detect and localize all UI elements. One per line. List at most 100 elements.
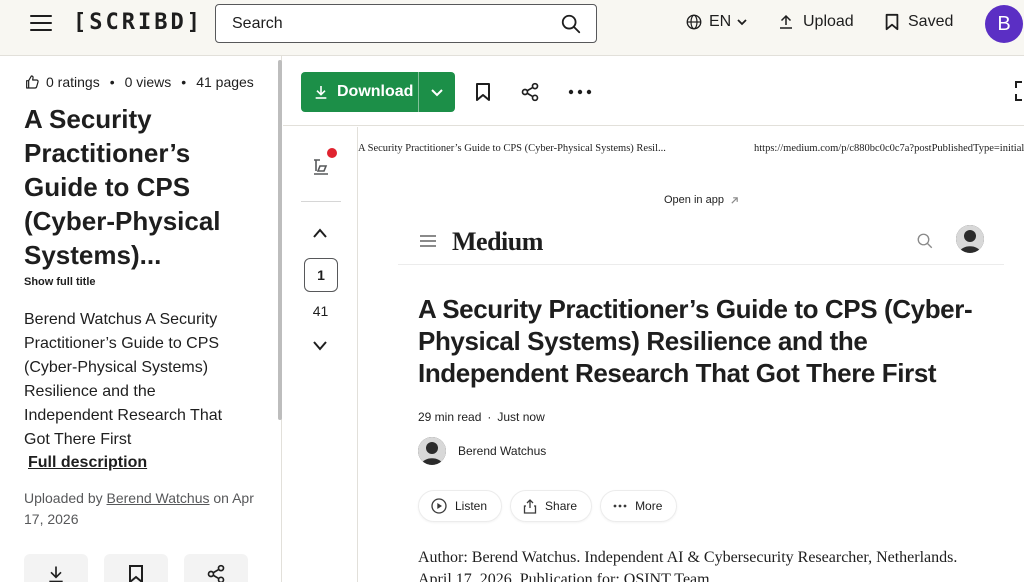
document-toolbar: Download	[283, 56, 1024, 126]
description-line: (Cyber-Physical Systems)	[24, 359, 209, 376]
divider	[301, 201, 341, 202]
search-icon	[917, 233, 933, 249]
download-icon	[315, 86, 327, 99]
description-line: Berend Watchus A Security	[24, 311, 218, 328]
sidebar-actions	[24, 554, 248, 582]
article-body: Author: Berend Watchus. Independent AI &…	[418, 547, 1018, 582]
medium-logo: Medium	[452, 227, 543, 256]
body-line: Author: Berend Watchus. Independent AI &…	[418, 549, 958, 566]
author-name: Berend Watchus	[458, 444, 547, 458]
title-line: Guide to CPS	[24, 172, 191, 202]
author-avatar	[956, 225, 984, 253]
play-icon	[431, 498, 447, 514]
page-navigator: 1 41	[283, 127, 358, 582]
uploaded-prefix: Uploaded by	[24, 490, 107, 506]
thumbs-up-icon	[26, 75, 39, 89]
sidebar-share-button[interactable]	[184, 554, 248, 582]
total-pages: 41	[312, 303, 329, 319]
article-actions: Listen Share More	[418, 490, 678, 522]
download-options-toggle[interactable]	[419, 72, 455, 112]
sidebar-save-button[interactable]	[104, 554, 168, 582]
download-icon	[49, 566, 63, 582]
menu-icon[interactable]	[30, 15, 52, 33]
article-title-line: A Security Practitioner’s Guide to CPS (…	[418, 294, 973, 324]
share-icon	[523, 499, 537, 514]
chevron-down-icon[interactable]	[312, 339, 328, 351]
uploaded-date: 17, 2026	[24, 511, 79, 527]
language-selector[interactable]: EN	[685, 13, 747, 31]
description-line: Independent Research That	[24, 407, 223, 424]
saved-label: Saved	[908, 13, 954, 30]
saved-button[interactable]: Saved	[884, 13, 953, 31]
search-placeholder: Search	[232, 15, 283, 32]
chevron-down-icon	[431, 89, 443, 97]
listen-button: Listen	[418, 490, 503, 522]
author-avatar	[418, 437, 446, 465]
share-icon[interactable]	[520, 82, 540, 102]
menu-icon	[420, 235, 436, 247]
article-meta: 29 min read · Just now	[418, 410, 545, 424]
chevron-down-icon	[737, 19, 747, 26]
language-label: EN	[709, 13, 732, 30]
description-line: Practitioner’s Guide to CPS	[24, 335, 220, 352]
external-arrow-icon	[731, 196, 738, 204]
chevron-up-icon[interactable]	[312, 227, 328, 239]
open-in-app: Open in app	[664, 194, 739, 206]
notification-dot	[327, 148, 337, 158]
author-row: Berend Watchus	[418, 437, 546, 465]
search-icon[interactable]	[560, 13, 582, 35]
uploader-link[interactable]: Berend Watchus	[107, 490, 210, 506]
person-icon	[418, 437, 446, 465]
table-of-contents-icon[interactable]	[311, 157, 331, 177]
sidebar-scrollbar[interactable]	[278, 60, 282, 420]
person-icon	[956, 225, 984, 253]
views-count: 0 views	[124, 74, 172, 90]
avatar[interactable]: B	[985, 5, 1023, 43]
article-title-line: Physical Systems) Resilience and the	[418, 326, 868, 356]
document-sidebar: 0 ratings • 0 views • 41 pages A Securit…	[0, 56, 282, 582]
separator-dot: •	[181, 74, 187, 90]
share-label: Share	[545, 499, 578, 513]
description-line: Resilience and the	[24, 383, 156, 400]
uploaded-suffix: on Apr	[209, 490, 254, 506]
bookmark-icon[interactable]	[475, 82, 491, 102]
document-title: A Security Practitioner’s Guide to CPS (…	[24, 102, 264, 272]
upload-button[interactable]: Upload	[777, 13, 854, 31]
top-header: [SCRIBD] Search EN Upload Saved B	[0, 0, 1024, 56]
document-description: Berend Watchus A Security Practitioner’s…	[24, 308, 254, 452]
more-button: More	[600, 490, 678, 522]
upload-label: Upload	[803, 13, 854, 30]
more-label: More	[635, 499, 663, 513]
ratings-count: 0 ratings	[46, 74, 100, 90]
current-page-input[interactable]: 1	[304, 258, 338, 292]
more-options-icon	[613, 504, 627, 508]
uploaded-by: Uploaded by Berend Watchus on Apr 17, 20…	[24, 488, 264, 530]
description-line: Got There First	[24, 431, 132, 448]
separator-dot: ·	[487, 410, 492, 424]
download-main[interactable]: Download	[301, 72, 419, 112]
globe-icon	[686, 14, 702, 30]
full-description-link[interactable]: Full description	[28, 454, 147, 472]
sidebar-download-button[interactable]	[24, 554, 88, 582]
title-line: Practitioner’s	[24, 138, 191, 168]
fullscreen-icon[interactable]	[1014, 80, 1024, 102]
scribd-logo[interactable]: [SCRIBD]	[73, 10, 203, 35]
document-stats: 0 ratings • 0 views • 41 pages	[24, 74, 254, 90]
open-in-app-label: Open in app	[664, 194, 724, 206]
show-full-title-link[interactable]: Show full title	[24, 276, 96, 288]
search-input[interactable]: Search	[215, 4, 597, 43]
article-title-line: Independent Research That Got There Firs…	[418, 358, 937, 388]
print-header-title: A Security Practitioner’s Guide to CPS (…	[358, 143, 666, 154]
medium-header: Medium	[398, 217, 1004, 265]
download-button[interactable]: Download	[301, 72, 455, 112]
more-options-icon[interactable]	[568, 89, 592, 95]
body-line: April 17, 2026. Publication for: OSINT T…	[418, 571, 710, 582]
listen-label: Listen	[455, 499, 488, 513]
published-time: Just now	[497, 410, 545, 424]
pages-count: 41 pages	[196, 74, 254, 90]
title-line: A Security	[24, 104, 152, 134]
separator-dot: •	[109, 74, 115, 90]
share-button: Share	[510, 490, 593, 522]
document-page: A Security Practitioner’s Guide to CPS (…	[358, 127, 1024, 582]
share-icon	[207, 564, 225, 582]
